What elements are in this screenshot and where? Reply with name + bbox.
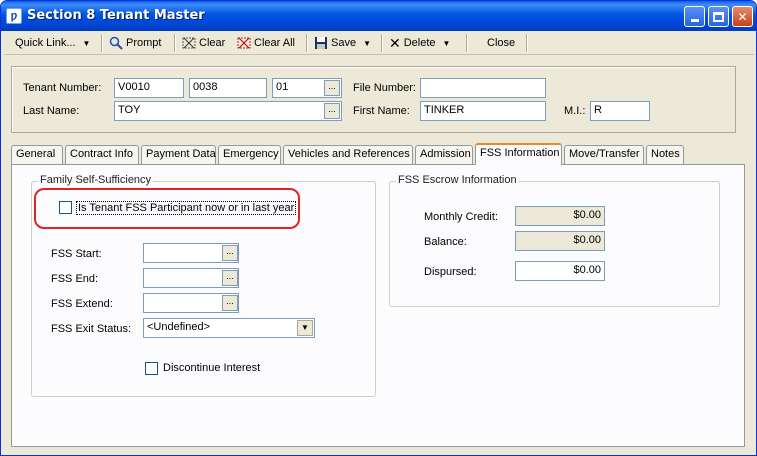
clear-all-icon xyxy=(237,37,251,49)
tab-contract-info[interactable]: Contract Info xyxy=(65,145,139,164)
fss-end-label: FSS End: xyxy=(51,273,99,285)
maximize-button[interactable] xyxy=(708,6,729,27)
clear-button[interactable]: Clear xyxy=(179,33,228,53)
fss-participant-checkbox[interactable] xyxy=(59,201,72,214)
fss-extend-picker-button[interactable]: ... xyxy=(222,295,238,311)
window-title: Section 8 Tenant Master xyxy=(27,8,205,23)
fss-end-picker-button[interactable]: ... xyxy=(222,270,238,286)
file-number-label: File Number: xyxy=(353,82,416,94)
file-number-field[interactable] xyxy=(420,78,546,98)
fss-exit-status-label: FSS Exit Status: xyxy=(51,323,132,335)
discontinue-interest-label: Discontinue Interest xyxy=(163,362,261,374)
maximize-icon xyxy=(713,11,724,22)
tenant-number-lookup-button[interactable]: ... xyxy=(324,80,340,96)
quick-link-button[interactable]: Quick Link... ▼ xyxy=(12,33,93,53)
prompt-label: Prompt xyxy=(126,37,162,49)
toolbar-separator xyxy=(381,34,383,52)
monthly-credit-label: Monthly Credit: xyxy=(424,211,498,223)
clear-all-label: Clear All xyxy=(254,37,295,49)
dispursed-label: Dispursed: xyxy=(424,266,477,278)
tab-general[interactable]: General xyxy=(11,145,63,164)
chevron-down-icon: ▼ xyxy=(442,38,451,48)
fss-extend-label: FSS Extend: xyxy=(51,298,113,310)
first-name-field[interactable]: TINKER xyxy=(420,101,546,121)
clear-all-button[interactable]: Clear All xyxy=(234,33,298,53)
middle-initial-label: M.I.: xyxy=(564,105,586,117)
title-bar[interactable]: ƿ Section 8 Tenant Master ✕ xyxy=(1,1,756,31)
close-label: Close xyxy=(487,37,516,49)
save-button[interactable]: Save ▼ xyxy=(311,33,374,53)
close-icon: ✕ xyxy=(737,9,748,24)
delete-label: Delete xyxy=(403,37,436,49)
app-icon: ƿ xyxy=(6,8,22,24)
floppy-disk-icon xyxy=(315,37,327,49)
fss-escrow-legend: FSS Escrow Information xyxy=(396,174,519,186)
magnifier-icon xyxy=(109,36,123,50)
tab-move-transfer[interactable]: Move/Transfer xyxy=(564,145,644,164)
toolbar: Quick Link... ▼ Prompt Clear Clear All S… xyxy=(4,31,754,55)
tab-vehicles-and-references[interactable]: Vehicles and References xyxy=(283,145,413,164)
balance-field: $0.00 xyxy=(515,231,605,251)
discontinue-interest-checkbox[interactable] xyxy=(145,362,158,375)
tab-fss-information[interactable]: FSS Information xyxy=(475,143,562,165)
toolbar-separator xyxy=(306,34,308,52)
fss-start-picker-button[interactable]: ... xyxy=(222,245,238,261)
clear-label: Clear xyxy=(199,37,226,49)
fss-exit-status-select[interactable]: <Undefined> ▼ xyxy=(143,318,315,338)
close-button[interactable]: Close xyxy=(484,33,518,53)
tenant-number-label: Tenant Number: xyxy=(23,82,102,94)
close-window-button[interactable]: ✕ xyxy=(732,6,753,27)
fss-tab-page: Family Self-Sufficiency Is Tenant FSS Pa… xyxy=(11,164,745,447)
prompt-button[interactable]: Prompt xyxy=(106,33,164,53)
minimize-button[interactable] xyxy=(684,6,705,27)
chevron-down-icon: ▼ xyxy=(297,320,313,336)
family-self-sufficiency-group: Family Self-Sufficiency Is Tenant FSS Pa… xyxy=(31,174,376,397)
fss-escrow-group: FSS Escrow Information Monthly Credit: $… xyxy=(389,174,720,307)
delete-x-icon: ✕ xyxy=(389,34,401,51)
tab-emergency[interactable]: Emergency xyxy=(218,145,281,164)
tenant-number-part1-field[interactable]: V0010 xyxy=(114,78,184,98)
dispursed-field[interactable]: $0.00 xyxy=(515,261,605,281)
tab-admission[interactable]: Admission xyxy=(415,145,473,164)
family-self-sufficiency-legend: Family Self-Sufficiency xyxy=(38,174,154,186)
minimize-icon xyxy=(690,19,699,22)
fss-exit-status-value: <Undefined> xyxy=(147,321,210,333)
last-name-lookup-button[interactable]: ... xyxy=(324,103,340,119)
quick-link-label: Quick Link... xyxy=(15,37,76,49)
balance-label: Balance: xyxy=(424,236,467,248)
monthly-credit-field: $0.00 xyxy=(515,206,605,226)
toolbar-separator xyxy=(101,34,103,52)
tab-notes[interactable]: Notes xyxy=(646,145,684,164)
toolbar-separator xyxy=(526,34,528,52)
fss-start-label: FSS Start: xyxy=(51,248,102,260)
app-window: ƿ Section 8 Tenant Master ✕ Quick Link..… xyxy=(0,0,757,456)
last-name-field[interactable]: TOY xyxy=(114,101,342,121)
first-name-label: First Name: xyxy=(353,105,410,117)
tenant-number-part2-field[interactable]: 0038 xyxy=(189,78,267,98)
chevron-down-icon: ▼ xyxy=(82,38,91,48)
last-name-label: Last Name: xyxy=(23,105,80,117)
delete-button[interactable]: ✕ Delete ▼ xyxy=(386,33,453,53)
save-label: Save xyxy=(331,37,357,49)
toolbar-separator xyxy=(174,34,176,52)
toolbar-separator xyxy=(466,34,468,52)
middle-initial-field[interactable]: R xyxy=(590,101,650,121)
clear-icon xyxy=(182,37,196,49)
fss-participant-label: Is Tenant FSS Participant now or in last… xyxy=(76,201,297,215)
chevron-down-icon: ▼ xyxy=(363,38,371,48)
tenant-header-panel: Tenant Number: V0010 0038 01 ... File Nu… xyxy=(11,66,736,133)
tab-payment-data[interactable]: Payment Data xyxy=(141,145,216,164)
